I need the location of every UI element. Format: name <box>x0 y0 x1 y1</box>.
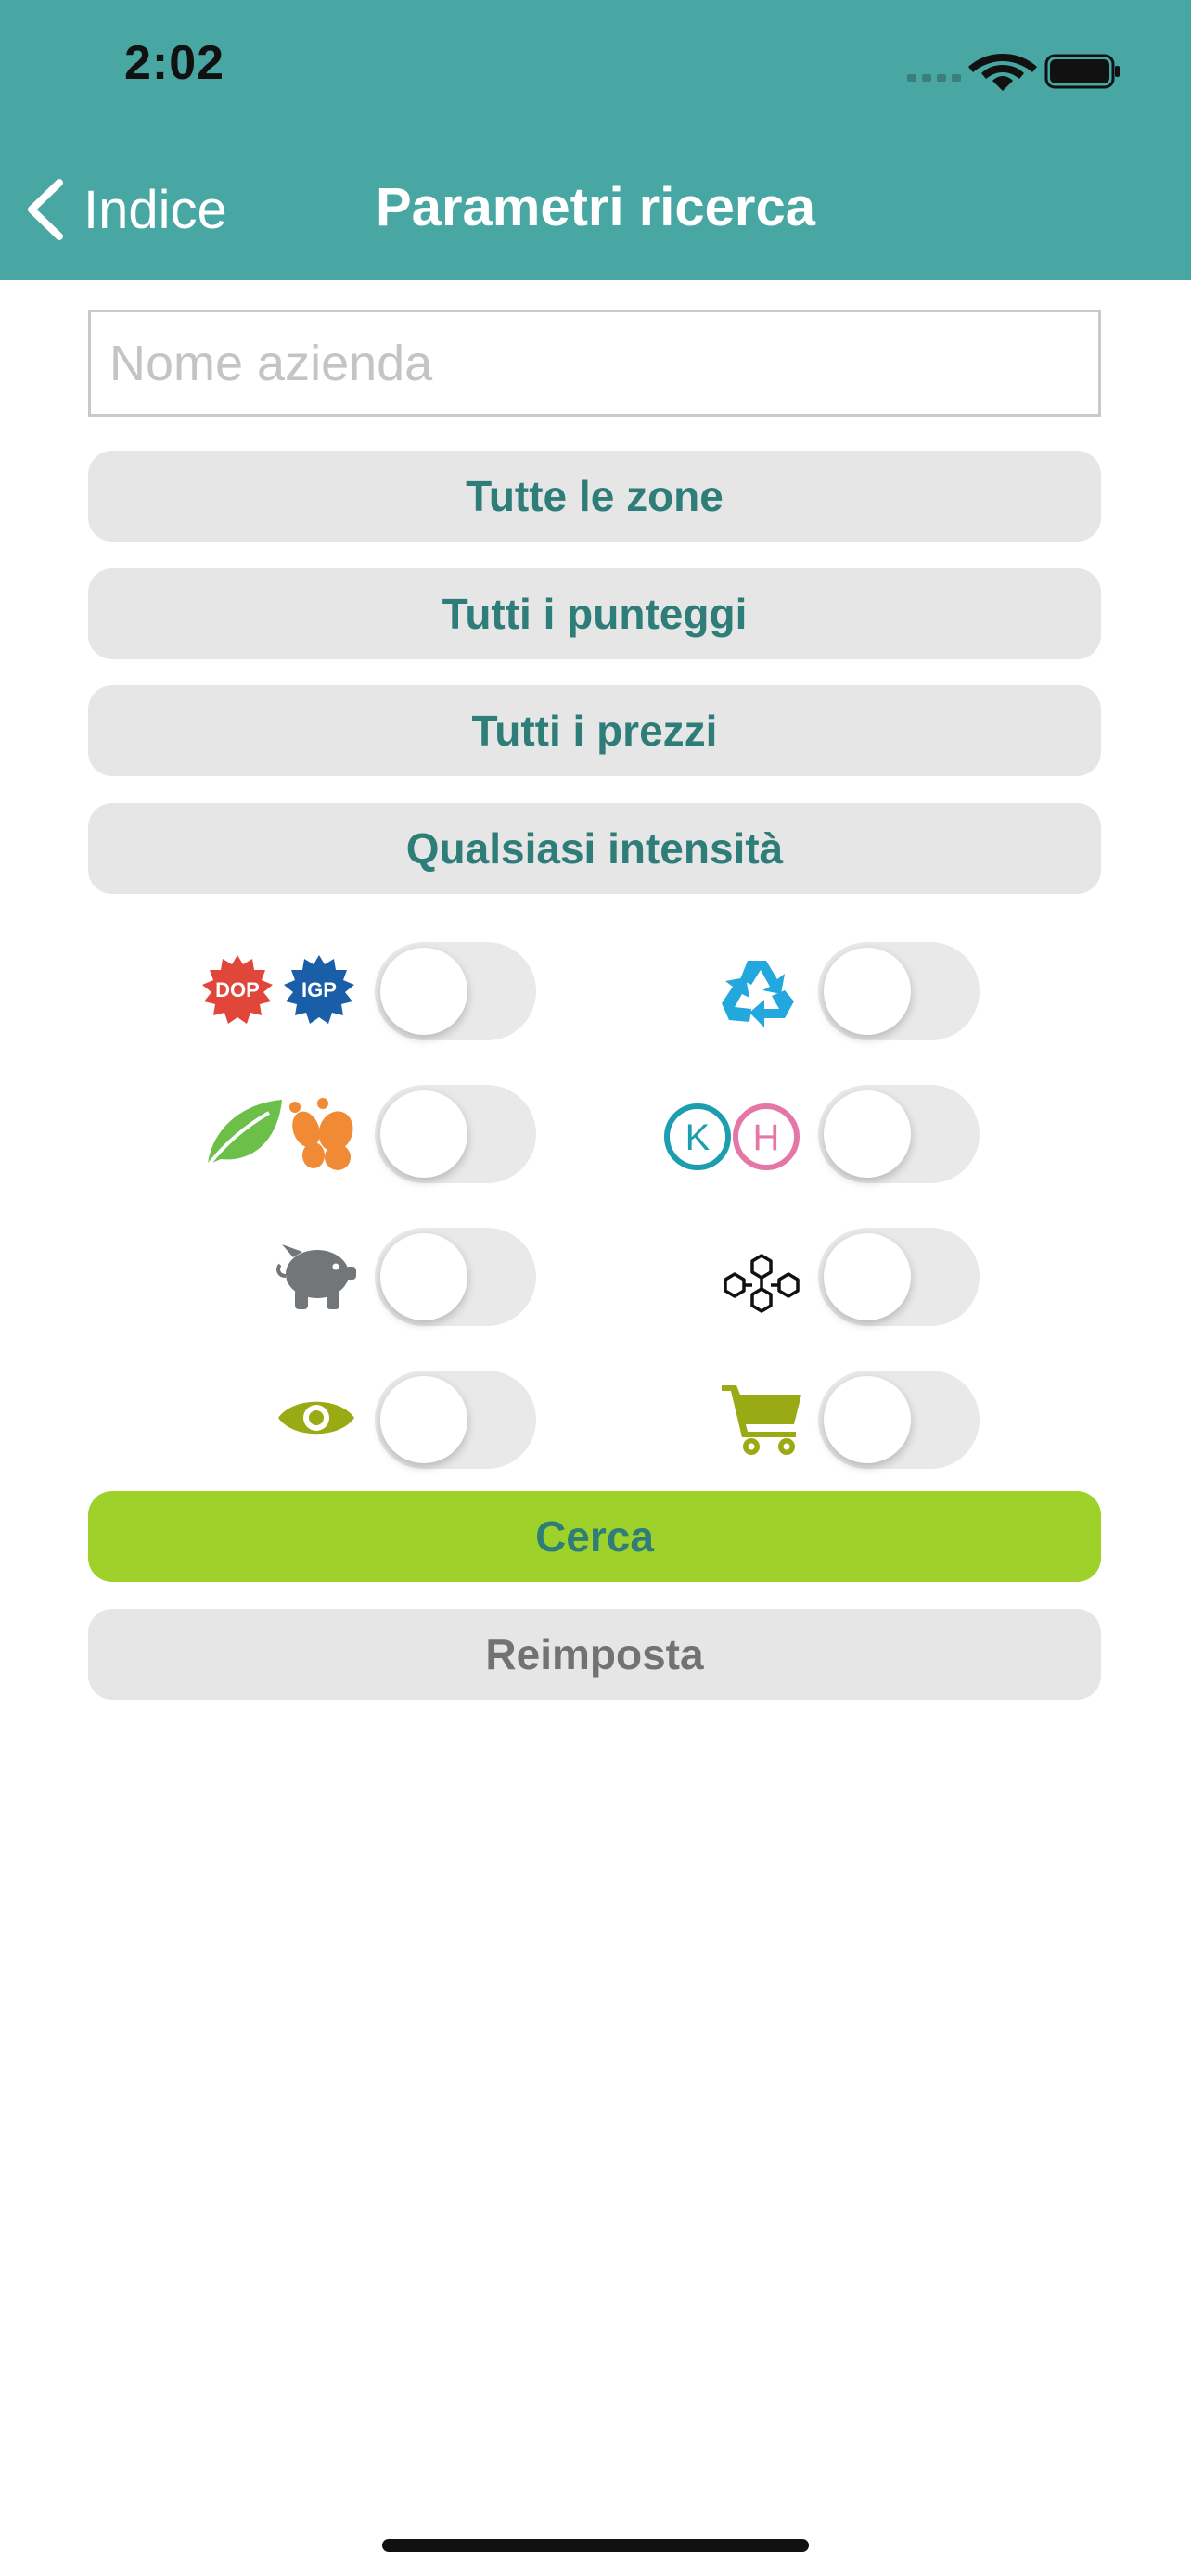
zones-button-label: Tutte le zone <box>466 472 724 520</box>
butterfly-icon <box>289 1098 353 1170</box>
organic-toggle[interactable] <box>375 1085 536 1183</box>
battery-icon <box>1044 54 1120 89</box>
signal-icon <box>907 74 961 82</box>
reset-button[interactable]: Reimposta <box>88 1609 1101 1700</box>
prices-button-label: Tutti i prezzi <box>471 707 718 755</box>
toggle-knob <box>824 1376 911 1463</box>
eye-icon <box>278 1401 354 1435</box>
toggle-knob <box>380 1090 467 1178</box>
toggle-knob <box>824 948 911 1035</box>
search-button-label: Cerca <box>535 1512 654 1561</box>
svg-text:H: H <box>753 1117 780 1158</box>
svg-text:IGP: IGP <box>301 978 337 1001</box>
toggle-knob <box>380 1376 467 1463</box>
toggle-knob <box>824 1090 911 1178</box>
toggle-knob <box>380 948 467 1035</box>
cubes-network-icon <box>724 1254 800 1313</box>
search-button[interactable]: Cerca <box>88 1491 1101 1582</box>
kosher-halal-toggle[interactable] <box>818 1085 980 1183</box>
intensity-button[interactable]: Qualsiasi intensità <box>88 803 1101 894</box>
recycle-icon <box>722 961 794 1027</box>
piggy-bank-icon <box>276 1244 356 1309</box>
nav-header: 2:02 Indice Parametri ricerca <box>0 0 1191 280</box>
zones-button[interactable]: Tutte le zone <box>88 451 1101 542</box>
intensity-button-label: Qualsiasi intensità <box>405 824 784 873</box>
scores-button-label: Tutti i punteggi <box>442 590 748 638</box>
svg-text:K: K <box>685 1117 711 1158</box>
reset-button-label: Reimposta <box>485 1630 704 1678</box>
savings-toggle[interactable] <box>375 1228 536 1326</box>
network-toggle[interactable] <box>818 1228 980 1326</box>
kosher-halal-icon: K H <box>664 1103 800 1170</box>
home-indicator[interactable] <box>382 2539 809 2552</box>
prices-button[interactable]: Tutti i prezzi <box>88 685 1101 776</box>
status-time: 2:02 <box>124 36 225 90</box>
wifi-icon <box>968 54 1037 91</box>
toggle-knob <box>824 1233 911 1320</box>
leaf-butterfly-icon <box>204 1098 353 1170</box>
shop-toggle[interactable] <box>818 1371 980 1469</box>
page-title: Parametri ricerca <box>376 177 815 237</box>
recycle-toggle[interactable] <box>818 942 980 1040</box>
visible-toggle[interactable] <box>375 1371 536 1469</box>
status-icons <box>907 54 1120 91</box>
svg-text:DOP: DOP <box>215 978 260 1001</box>
scores-button[interactable]: Tutti i punteggi <box>88 568 1101 659</box>
shopping-cart-icon <box>722 1385 801 1455</box>
toggle-knob <box>380 1233 467 1320</box>
dop-igp-toggle[interactable] <box>375 942 536 1040</box>
company-name-input[interactable] <box>88 310 1101 417</box>
dop-igp-icon: DOP IGP <box>202 955 354 1024</box>
